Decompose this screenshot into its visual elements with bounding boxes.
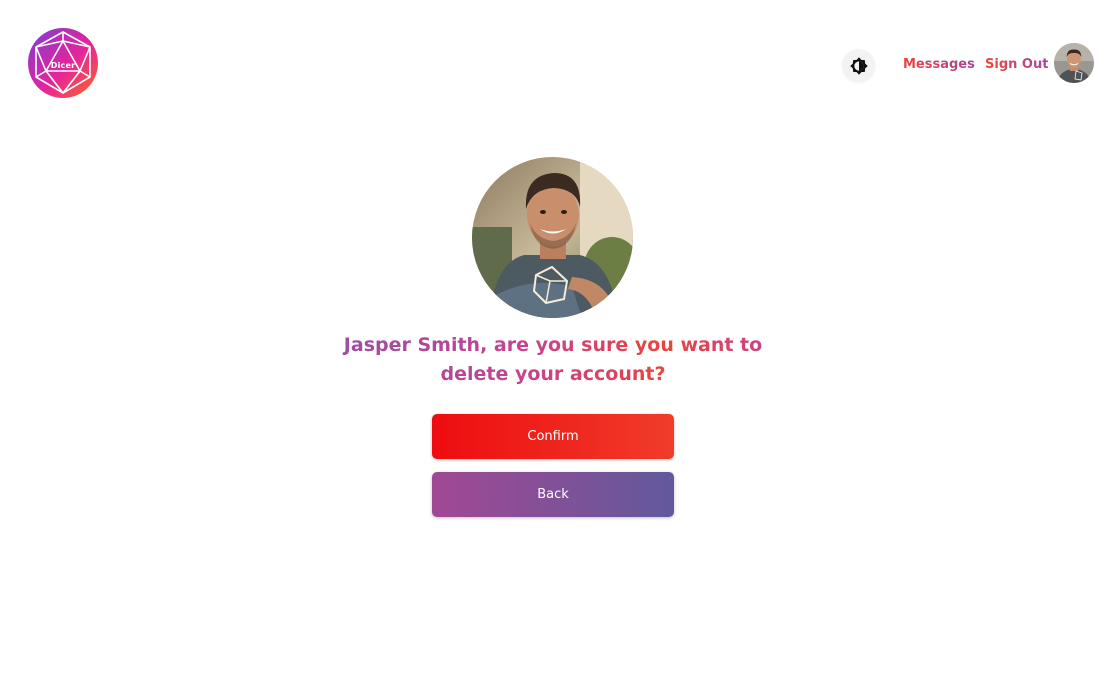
avatar-image [1054, 43, 1094, 83]
delete-account-prompt: Jasper Smith, are you sure you want to d… [330, 331, 776, 389]
logo-text: Dicer [50, 61, 76, 70]
brightness-icon [849, 56, 868, 75]
user-avatar[interactable] [1054, 43, 1094, 83]
theme-toggle-button[interactable] [842, 49, 875, 82]
profile-photo [472, 157, 633, 318]
confirm-button[interactable]: Confirm [432, 414, 674, 459]
nav-messages-link[interactable]: Messages [903, 56, 975, 73]
dicer-logo[interactable]: Dicer [27, 27, 99, 99]
nav-sign-out-link[interactable]: Sign Out [985, 56, 1048, 73]
back-button[interactable]: Back [432, 472, 674, 517]
profile-photo-image [472, 157, 633, 318]
